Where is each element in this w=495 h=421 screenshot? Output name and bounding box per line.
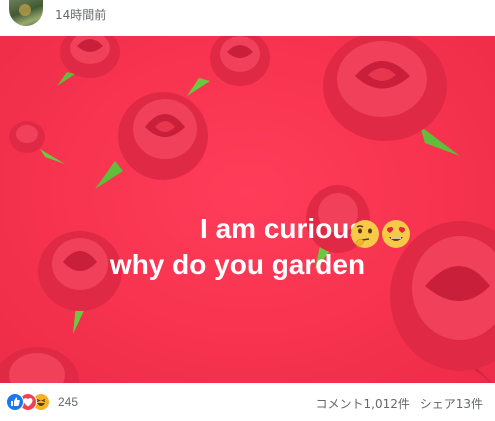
post-stats: コメント1,012件 シェア13件 [316,395,483,412]
reaction-icons[interactable] [6,393,56,411]
post-header: 14時間前 [0,0,495,36]
post-footer: 245 コメント1,012件 シェア13件 [0,383,495,421]
shares-count-link[interactable]: シェア13件 [420,397,483,411]
rose-decoration [0,347,79,383]
post-text: I am curious why do you garden [0,211,495,283]
heart-eyes-emoji-icon [382,220,410,248]
post-timestamp[interactable]: 14時間前 [55,6,106,23]
rose-decoration [323,36,460,156]
rose-decoration [9,121,65,164]
thinking-emoji-icon [351,220,379,248]
facebook-post: 14時間前 I am curious why do you garden 245… [0,0,495,421]
avatar[interactable] [9,0,43,26]
post-text-line2: why do you garden [109,249,366,280]
post-text-line1: I am curious [200,213,365,244]
reaction-count[interactable]: 245 [58,395,78,409]
like-icon [6,393,24,411]
post-image[interactable]: I am curious why do you garden [0,36,495,383]
rose-decoration [95,92,208,189]
comments-count-link[interactable]: コメント1,012件 [316,397,410,411]
